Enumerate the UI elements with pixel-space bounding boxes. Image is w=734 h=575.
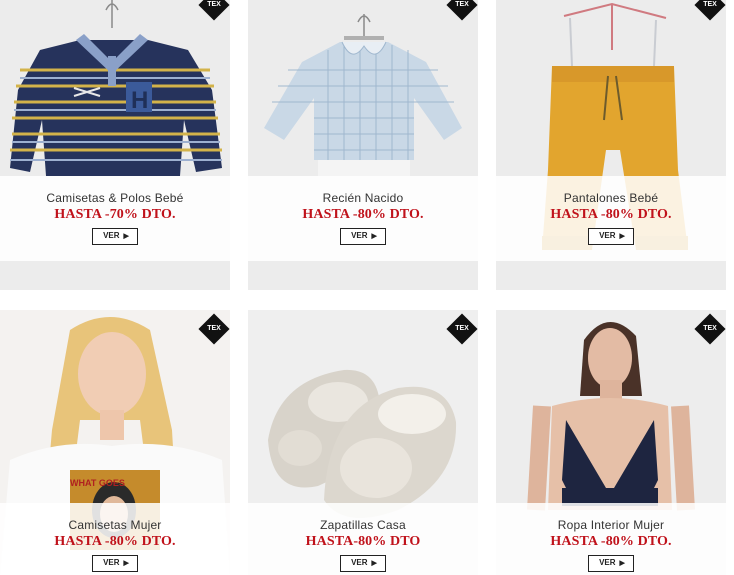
view-button[interactable]: VER ▶ <box>92 555 138 572</box>
arrow-right-icon: ▶ <box>619 560 625 567</box>
product-card-women-underwear[interactable]: TEX Ropa Interior Mujer HASTA -80% DTO. … <box>496 310 726 575</box>
product-card-baby-polos[interactable]: H TEX Camisetas & Polos Bebé HASTA -70% … <box>0 0 230 290</box>
view-button[interactable]: VER ▶ <box>588 228 634 245</box>
discount-label: HASTA -80% DTO. <box>54 534 176 549</box>
product-info-panel: Camisetas & Polos Bebé HASTA -70% DTO. V… <box>0 176 230 261</box>
product-category-label: Zapatillas Casa <box>320 518 406 532</box>
product-category-label: Camisetas & Polos Bebé <box>46 191 184 205</box>
tex-badge: TEX <box>446 313 478 345</box>
product-card-women-tshirts[interactable]: WHAT GOES TEX Camisetas Mujer HASTA -80%… <box>0 310 230 575</box>
arrow-right-icon: ▶ <box>371 233 377 240</box>
view-button[interactable]: VER ▶ <box>92 228 138 245</box>
arrow-right-icon: ▶ <box>123 233 129 240</box>
discount-label: HASTA -80% DTO. <box>550 534 672 549</box>
product-card-baby-trousers[interactable]: TEX Pantalones Bebé HASTA -80% DTO. VER ▶ <box>496 0 726 290</box>
product-card-newborn[interactable]: TEX Recién Nacido HASTA -80% DTO. VER ▶ <box>248 0 478 290</box>
arrow-right-icon: ▶ <box>371 560 377 567</box>
discount-label: HASTA -80% DTO. <box>302 207 424 222</box>
tex-badge: TEX <box>694 313 726 345</box>
product-category-label: Ropa Interior Mujer <box>557 518 665 532</box>
product-info-panel: Zapatillas Casa HASTA-80% DTO VER ▶ <box>248 503 478 575</box>
product-category-label: Recién Nacido <box>322 191 404 205</box>
svg-text:WHAT GOES: WHAT GOES <box>70 478 125 488</box>
view-button[interactable]: VER ▶ <box>588 555 634 572</box>
view-button[interactable]: VER ▶ <box>340 555 386 572</box>
discount-label: HASTA -80% DTO. <box>550 207 672 222</box>
discount-label: HASTA-80% DTO <box>305 534 421 549</box>
product-info-panel: Ropa Interior Mujer HASTA -80% DTO. VER ▶ <box>496 503 726 575</box>
svg-text:H: H <box>131 87 148 114</box>
discount-label: HASTA -70% DTO. <box>54 207 176 222</box>
tex-badge: TEX <box>198 313 230 345</box>
product-category-label: Pantalones Bebé <box>563 191 659 205</box>
product-info-panel: Recién Nacido HASTA -80% DTO. VER ▶ <box>248 176 478 261</box>
product-info-panel: Camisetas Mujer HASTA -80% DTO. VER ▶ <box>0 503 230 575</box>
arrow-right-icon: ▶ <box>123 560 129 567</box>
view-button[interactable]: VER ▶ <box>340 228 386 245</box>
arrow-right-icon: ▶ <box>619 233 625 240</box>
product-category-label: Camisetas Mujer <box>68 518 162 532</box>
product-info-panel: Pantalones Bebé HASTA -80% DTO. VER ▶ <box>496 176 726 261</box>
product-card-slippers[interactable]: TEX Zapatillas Casa HASTA-80% DTO VER ▶ <box>248 310 478 575</box>
